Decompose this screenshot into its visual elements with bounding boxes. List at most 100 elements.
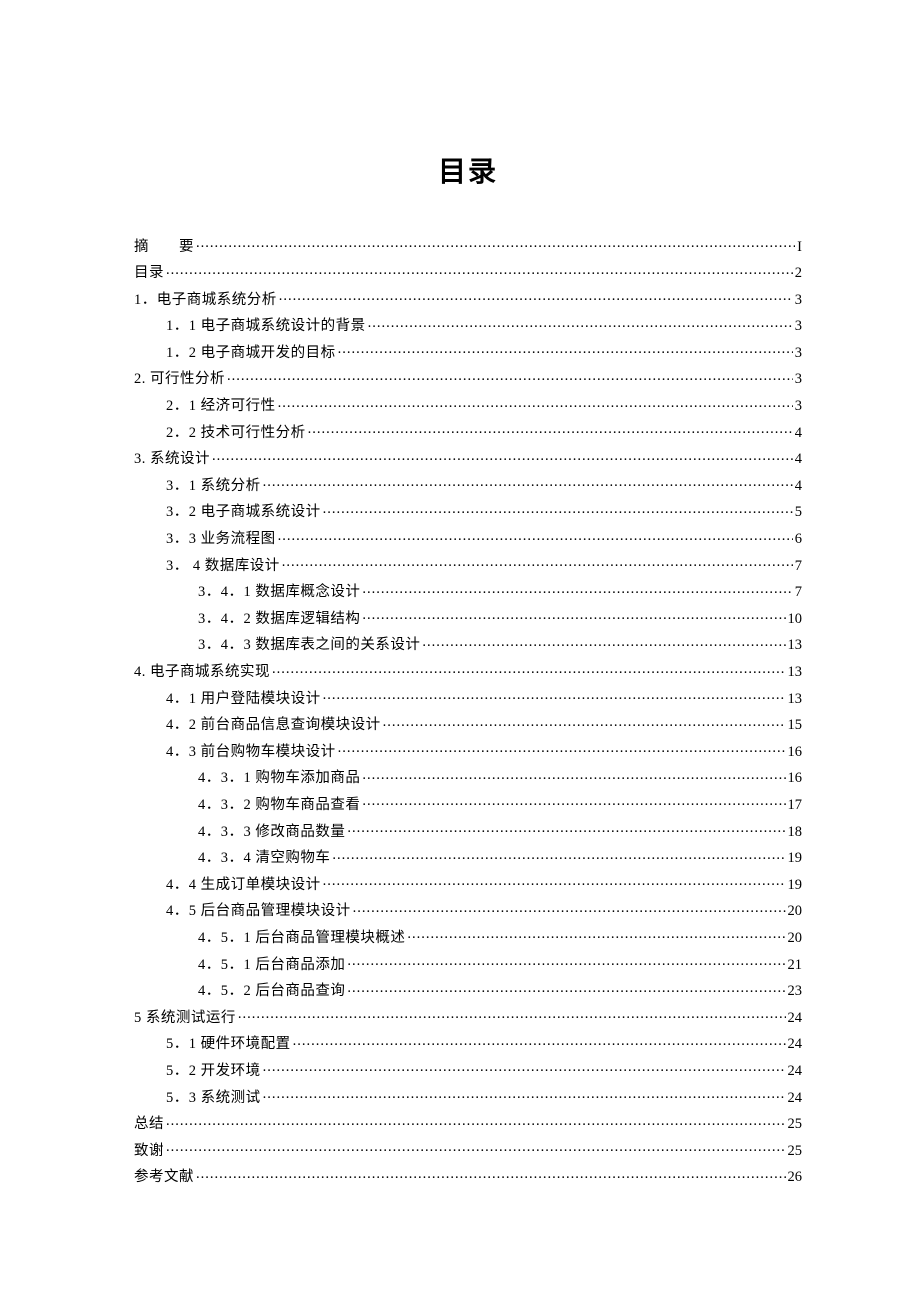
toc-entry[interactable]: 3. 系统设计4 [134,449,802,467]
toc-entry[interactable]: 4．5．1 后台商品管理模块概述20 [134,927,802,945]
toc-entry-page: 4 [795,426,802,441]
toc-entry[interactable]: 2．1 经济可行性3 [134,396,802,414]
toc-entry-label: 3．4．1 数据库概念设计 [198,585,360,600]
toc-entry-page: 23 [788,984,803,999]
toc-leader-dots [308,422,793,437]
toc-entry-page: 3 [795,319,802,334]
toc-entry[interactable]: 3．4．1 数据库概念设计 7 [134,582,802,600]
toc-leader-dots [338,342,793,357]
toc-entry[interactable]: 总结 25 [134,1114,802,1132]
toc-entry[interactable]: 1．电子商城系统分析3 [134,289,802,307]
toc-entry[interactable]: 4. 电子商城系统实现13 [134,662,802,680]
toc-entry[interactable]: 参考文献26 [134,1167,802,1185]
toc-entry[interactable]: 3．1 系统分析 4 [134,475,802,493]
toc-entry[interactable]: 致谢25 [134,1140,802,1158]
toc-entry-label: 4．3．1 购物车添加商品 [198,771,360,786]
toc-leader-dots [407,927,785,942]
toc-entry-page: 24 [788,1037,803,1052]
toc-entry-label: 5 系统测试运行 [134,1011,236,1026]
toc-leader-dots [227,369,793,384]
toc-entry-page: 3 [795,372,802,387]
toc-entry-label: 3． 4 数据库设计 [166,559,280,574]
toc-entry[interactable]: 2. 可行性分析3 [134,369,802,387]
toc-entry[interactable]: 4．5．1 后台商品添加21 [134,954,802,972]
toc-entry-page: 3 [795,346,802,361]
toc-entry-label: 4．3．4 清空购物车 [198,851,330,866]
toc-leader-dots [272,662,786,677]
toc-leader-dots [238,1007,786,1022]
toc-leader-dots [263,475,793,490]
toc-entry[interactable]: 3．2 电子商城系统设计5 [134,502,802,520]
toc-entry[interactable]: 3．4．2 数据库逻辑结构10 [134,608,802,626]
toc-entry-page: 13 [788,665,803,680]
toc-leader-dots [362,794,785,809]
toc-entry-page: 20 [788,904,803,919]
toc-entry[interactable]: 5．2 开发环境 24 [134,1060,802,1078]
table-of-contents: 摘 要I目录21．电子商城系统分析31．1 电子商城系统设计的背景31．2 电子… [134,236,802,1185]
toc-entry[interactable]: 目录 2 [134,263,802,281]
toc-entry-label: 目录 [134,266,164,281]
toc-entry-label: 4．1 用户登陆模块设计 [166,692,321,707]
toc-entry-label: 4．2 前台商品信息查询模块设计 [166,718,381,733]
toc-entry[interactable]: 5．3 系统测试24 [134,1087,802,1105]
toc-entry[interactable]: 3．4．3 数据库表之间的关系设计13 [134,635,802,653]
toc-entry[interactable]: 4．3．4 清空购物车19 [134,848,802,866]
toc-entry-label: 2．2 技术可行性分析 [166,426,306,441]
toc-entry[interactable]: 4．3．2 购物车商品查看17 [134,794,802,812]
toc-entry-page: 16 [788,745,803,760]
toc-entry[interactable]: 摘 要I [134,236,802,254]
toc-entry-label: 致谢 [134,1144,164,1159]
toc-entry[interactable]: 4．3．1 购物车添加商品 16 [134,768,802,786]
toc-entry-page: 4 [795,452,802,467]
toc-entry[interactable]: 4．5 后台商品管理模块设计20 [134,901,802,919]
toc-entry-page: 5 [795,505,802,520]
toc-entry-label: 4．5．1 后台商品添加 [198,958,345,973]
toc-entry-page: 6 [795,532,802,547]
toc-entry-page: 25 [788,1117,803,1132]
toc-entry-label: 5．1 硬件环境配置 [166,1037,291,1052]
toc-entry[interactable]: 5 系统测试运行24 [134,1007,802,1025]
toc-entry-page: 24 [788,1064,803,1079]
toc-entry-page: 15 [788,718,803,733]
toc-entry[interactable]: 1．1 电子商城系统设计的背景 3 [134,316,802,334]
toc-leader-dots [338,741,786,756]
toc-leader-dots [353,901,786,916]
toc-entry-label: 1．2 电子商城开发的目标 [166,346,336,361]
toc-entry[interactable]: 1．2 电子商城开发的目标 3 [134,342,802,360]
toc-entry[interactable]: 4．3．3 修改商品数量18 [134,821,802,839]
toc-entry-page: I [797,240,802,255]
toc-entry-label: 3．3 业务流程图 [166,532,276,547]
toc-entry-page: 26 [788,1170,803,1185]
toc-entry-label: 4．5．1 后台商品管理模块概述 [198,931,405,946]
toc-entry-label: 4．3．2 购物车商品查看 [198,798,360,813]
toc-entry[interactable]: 4．1 用户登陆模块设计13 [134,688,802,706]
toc-entry-label: 4．4 生成订单模块设计 [166,878,321,893]
toc-entry-page: 7 [795,559,802,574]
toc-leader-dots [347,821,785,836]
toc-entry-label: 1．1 电子商城系统设计的背景 [166,319,366,334]
toc-entry[interactable]: 4．2 前台商品信息查询模块设计 15 [134,715,802,733]
toc-leader-dots [166,1114,786,1129]
toc-entry[interactable]: 4．5．2 后台商品查询23 [134,981,802,999]
toc-entry-page: 7 [795,585,802,600]
toc-entry[interactable]: 4．4 生成订单模块设计19 [134,874,802,892]
toc-entry-page: 2 [795,266,802,281]
toc-entry-page: 13 [788,638,803,653]
toc-entry[interactable]: 4．3 前台购物车模块设计16 [134,741,802,759]
toc-entry-label: 4．3．3 修改商品数量 [198,825,345,840]
toc-leader-dots [362,582,792,597]
toc-entry-label: 3．1 系统分析 [166,479,261,494]
toc-entry-label: 总结 [134,1117,164,1132]
toc-entry-label: 5．3 系统测试 [166,1091,261,1106]
toc-entry-label: 2．1 经济可行性 [166,399,276,414]
toc-entry[interactable]: 3． 4 数据库设计 7 [134,555,802,573]
toc-entry[interactable]: 5．1 硬件环境配置 24 [134,1034,802,1052]
toc-entry-page: 4 [795,479,802,494]
toc-entry-page: 16 [788,771,803,786]
toc-leader-dots [347,954,785,969]
toc-entry[interactable]: 3．3 业务流程图 6 [134,529,802,547]
toc-entry[interactable]: 2．2 技术可行性分析 4 [134,422,802,440]
toc-entry-page: 3 [795,293,802,308]
toc-entry-label: 5．2 开发环境 [166,1064,261,1079]
toc-leader-dots [196,236,795,251]
